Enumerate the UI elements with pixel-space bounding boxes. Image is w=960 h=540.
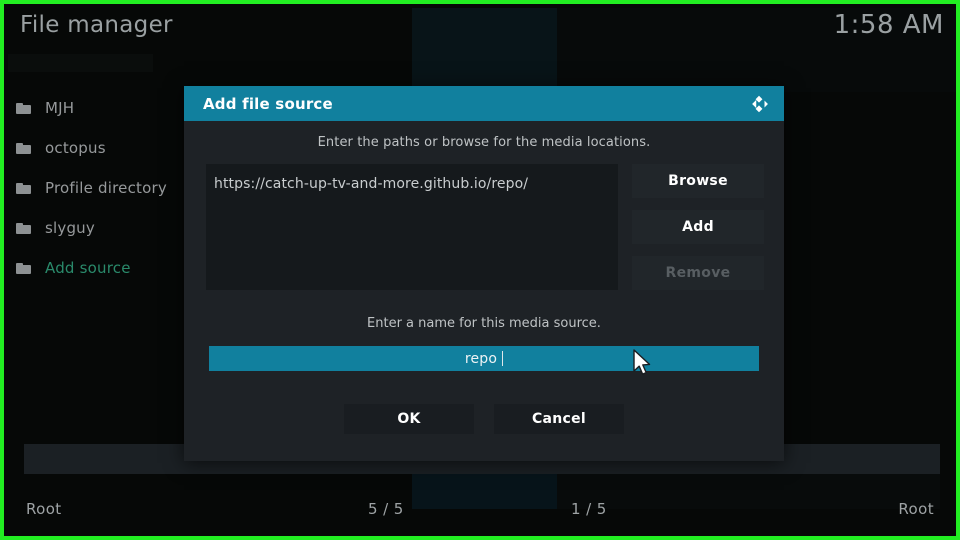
sidebar-item-label: Add source (45, 259, 131, 277)
sidebar-item-slyguy[interactable]: slyguy (8, 208, 193, 248)
folder-icon (16, 142, 31, 154)
add-file-source-dialog: Add file source Enter the paths or brows… (184, 86, 784, 461)
kodi-logo-icon (748, 93, 770, 115)
paths-row: https://catch-up-tv-and-more.github.io/r… (206, 164, 764, 290)
add-button[interactable]: Add (632, 210, 764, 244)
sidebar-item-label: slyguy (45, 219, 95, 237)
clock: 1:58 AM (833, 10, 944, 40)
dialog-header: Add file source (184, 86, 784, 121)
text-caret (502, 351, 504, 366)
cancel-button[interactable]: Cancel (494, 404, 624, 434)
folder-icon (16, 102, 31, 114)
source-name-value: repo (464, 350, 498, 367)
sidebar-item-label: Profile directory (45, 179, 167, 197)
statusbar-right-path: Root (898, 500, 934, 518)
name-hint: Enter a name for this media source. (367, 316, 601, 331)
folder-icon (16, 262, 31, 274)
sidebar-item-label: MJH (45, 99, 75, 117)
path-list-item[interactable]: https://catch-up-tv-and-more.github.io/r… (214, 176, 618, 192)
browse-button[interactable]: Browse (632, 164, 764, 198)
kodi-window: File manager 1:58 AM MJH octopus Profile… (0, 0, 960, 540)
path-list[interactable]: https://catch-up-tv-and-more.github.io/r… (206, 164, 618, 290)
dialog-footer: OK Cancel (184, 404, 784, 434)
folder-icon (16, 182, 31, 194)
statusbar: Root 5 / 5 1 / 5 Root (8, 492, 952, 532)
paths-hint: Enter the paths or browse for the media … (317, 135, 651, 150)
sidebar-item-label: octopus (45, 139, 106, 157)
sidebar-item-octopus[interactable]: octopus (8, 128, 193, 168)
ok-button[interactable]: OK (344, 404, 474, 434)
sidebar-item-mjh[interactable]: MJH (8, 88, 193, 128)
file-source-list: MJH octopus Profile directory slyguy Add… (8, 88, 193, 288)
page-title: File manager (20, 12, 173, 38)
dialog-title: Add file source (203, 94, 333, 113)
statusbar-left-count: 5 / 5 (368, 500, 404, 518)
folder-icon (16, 222, 31, 234)
background-panel-left (412, 8, 557, 92)
sidebar-item-profile-directory[interactable]: Profile directory (8, 168, 193, 208)
remove-button: Remove (632, 256, 764, 290)
sidebar-item-add-source[interactable]: Add source (8, 248, 193, 288)
source-name-input[interactable]: repo (209, 346, 759, 371)
statusbar-left-path: Root (26, 500, 62, 518)
statusbar-right-count: 1 / 5 (571, 500, 607, 518)
background-stripe (8, 54, 153, 72)
path-action-buttons: Browse Add Remove (632, 164, 764, 290)
